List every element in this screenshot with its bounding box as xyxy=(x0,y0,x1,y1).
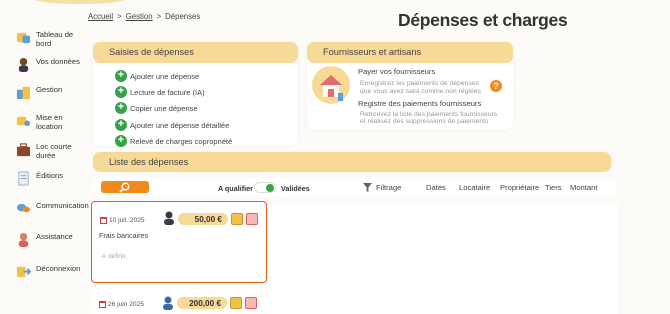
payments-register-desc: Retrouvez la liste des paiements fournis… xyxy=(360,111,498,118)
action-label: Lecture de facture (IA) xyxy=(130,87,205,97)
sidebar-item-communication[interactable]: Communication xyxy=(16,201,89,216)
expense-label: Frais bancaires xyxy=(99,231,149,240)
expense-amount[interactable]: 50,00 € xyxy=(178,213,228,225)
suppliers-card-title: Fournisseurs et artisans xyxy=(307,42,513,63)
sidebar: Tableau de bord Vos données Gestion Mise… xyxy=(0,0,89,314)
column-dates[interactable]: Dates xyxy=(426,183,446,192)
column-amount[interactable]: Montant xyxy=(570,183,597,192)
add-detailed-expense-button[interactable]: + Ajouter une dépense détaillée xyxy=(115,119,229,131)
support-icon xyxy=(18,232,29,247)
sidebar-item-label: Vos données xyxy=(36,57,80,66)
action-label: Copier une dépense xyxy=(130,103,198,113)
sidebar-item-editions[interactable]: Éditions xyxy=(16,171,63,186)
search-button[interactable] xyxy=(101,181,149,193)
chat-icon xyxy=(16,203,31,213)
sidebar-item-label: Éditions xyxy=(36,171,64,180)
sidebar-item-label: Gestion xyxy=(36,85,63,94)
action-label: Ajouter une dépense détaillée xyxy=(130,120,230,130)
sidebar-item-management[interactable]: Gestion xyxy=(16,85,62,100)
sidebar-item-label: Tableau de bord xyxy=(36,30,74,48)
sidebar-item-label: Assistance xyxy=(36,232,73,241)
house-icon xyxy=(312,66,350,104)
sidebar-item-short-term[interactable]: Loc courte durée xyxy=(16,142,88,160)
sidebar-item-dashboard[interactable]: Tableau de bord xyxy=(16,30,88,48)
action-label: Relevé de charges copropriété xyxy=(130,136,233,146)
rental-icon xyxy=(16,116,31,127)
pay-suppliers-desc: Enregistrez les paiements de dépenses xyxy=(360,80,480,87)
sidebar-item-rental[interactable]: Mise en location xyxy=(16,113,88,131)
saisies-card-title: Saisies de dépenses xyxy=(93,42,298,63)
pay-suppliers-desc: que vous avez saisi comme non réglées xyxy=(360,88,481,95)
expense-amount[interactable]: 200,00 € xyxy=(177,297,227,309)
calendar-icon xyxy=(99,301,106,308)
payments-register-link[interactable]: Registre des paiements fournisseurs xyxy=(358,99,481,108)
sidebar-item-label: Déconnexion xyxy=(36,264,81,273)
expense-card[interactable]: 10 juil. 2025 50,00 € Frais bancaires A … xyxy=(91,201,267,283)
sidebar-item-label: Communication xyxy=(36,201,89,210)
toggle-label-validated: Validées xyxy=(281,184,310,193)
status-toggle[interactable] xyxy=(254,182,276,193)
expense-list-title: Liste des dépenses xyxy=(93,152,611,172)
sidebar-item-logout[interactable]: Déconnexion xyxy=(16,264,80,279)
tenant-avatar xyxy=(163,296,173,310)
expense-date: 10 juil. 2025 xyxy=(100,217,145,224)
copro-charges-button[interactable]: + Relevé de charges copropriété xyxy=(115,135,232,147)
breadcrumb-section[interactable]: Gestion xyxy=(126,12,153,21)
copy-expense-button[interactable]: + Copier une dépense xyxy=(115,102,198,114)
document-icon[interactable] xyxy=(230,297,242,309)
documents-icon xyxy=(18,171,29,186)
plus-icon: + xyxy=(115,119,127,131)
invoice-ai-button[interactable]: + Lecture de facture (IA) xyxy=(115,86,205,98)
page-title: Dépenses et charges xyxy=(398,10,568,30)
toggle-knob xyxy=(266,184,274,192)
pay-suppliers-link[interactable]: Payer vos fournisseurs xyxy=(358,67,435,76)
expense-date: 26 juin 2025 xyxy=(99,301,144,308)
plus-icon: + xyxy=(115,102,127,114)
expense-details-panel xyxy=(267,203,618,314)
logout-icon xyxy=(16,266,31,278)
suitcase-icon xyxy=(16,143,31,157)
expense-card[interactable]: 26 juin 2025 200,00 € xyxy=(91,289,267,314)
breadcrumb-current: Dépenses xyxy=(165,12,201,21)
plus-icon: + xyxy=(115,86,127,98)
search-icon xyxy=(119,182,130,193)
sidebar-item-label: Loc courte durée xyxy=(36,142,72,160)
plus-icon: + xyxy=(115,70,127,82)
breadcrumb: Accueil > Gestion > Dépenses xyxy=(88,12,200,21)
help-icon[interactable]: ? xyxy=(490,80,502,92)
filter-icon[interactable] xyxy=(363,183,372,192)
breadcrumb-separator: > xyxy=(117,12,122,21)
tenant-avatar xyxy=(164,211,174,225)
sidebar-item-support[interactable]: Assistance xyxy=(16,232,73,247)
pdf-icon[interactable] xyxy=(246,213,258,225)
expense-category-placeholder[interactable]: A définir xyxy=(102,253,126,260)
action-label: Ajouter une dépense xyxy=(130,71,200,81)
dashboard-icon xyxy=(16,32,31,44)
saisies-card: Saisies de dépenses + Ajouter une dépens… xyxy=(93,42,298,147)
pdf-icon[interactable] xyxy=(245,297,257,309)
document-icon[interactable] xyxy=(231,213,243,225)
breadcrumb-home[interactable]: Accueil xyxy=(88,12,113,21)
user-icon xyxy=(18,57,29,72)
column-third-party[interactable]: Tiers xyxy=(545,183,562,192)
management-icon xyxy=(16,86,31,100)
toggle-label-to-qualify: A qualifier xyxy=(218,184,253,193)
suppliers-card: Fournisseurs et artisans Payer vos fourn… xyxy=(307,42,513,130)
column-owner[interactable]: Propriétaire xyxy=(500,183,539,192)
sidebar-item-data[interactable]: Vos données xyxy=(16,57,80,72)
calendar-icon xyxy=(100,217,107,224)
plus-icon: + xyxy=(115,135,127,147)
column-tenant[interactable]: Locataire xyxy=(459,183,490,192)
add-expense-button[interactable]: + Ajouter une dépense xyxy=(115,70,199,82)
filter-label[interactable]: Filtrage xyxy=(376,183,401,192)
sidebar-item-label: Mise en location xyxy=(36,113,63,131)
breadcrumb-separator: > xyxy=(156,12,162,21)
payments-register-desc: et réalisez des suppressions de paiement… xyxy=(360,118,489,125)
